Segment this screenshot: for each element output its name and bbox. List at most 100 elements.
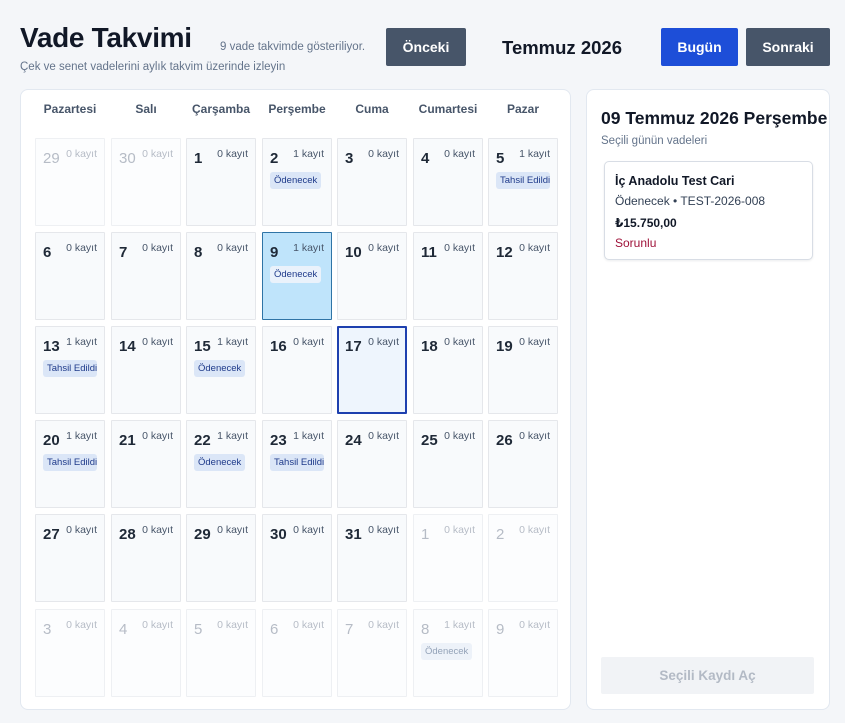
record-type-and-number: Ödenecek • TEST-2026-008 [615,194,766,208]
selected-day-title: 09 Temmuz 2026 Perşembe [601,108,828,128]
current-month-label: Temmuz 2026 [502,37,622,58]
day-number: 1 [421,526,430,543]
calendar-day-cell[interactable]: 7 0 kayıt [337,609,407,697]
weekday-header: Çarşamba [191,102,251,116]
day-record-count: 1 kayıt [293,148,324,160]
day-number: 9 [270,244,279,261]
due-status-badge: Ödenecek [421,643,473,660]
calendar-day-cell[interactable]: 6 0 kayıt [262,609,332,697]
calendar-day-cell[interactable]: 29 0 kayıt [186,514,256,602]
day-record-count: 1 kayıt [66,336,97,348]
today-button[interactable]: Bugün [661,28,738,66]
day-record-count: 0 kayıt [217,619,248,631]
calendar-day-cell[interactable]: 9 0 kayıt [488,609,558,697]
day-number: 7 [345,621,354,638]
day-number: 12 [496,244,513,261]
day-record-count: 0 kayıt [368,148,399,160]
calendar-day-cell[interactable]: 22 1 kayıt Ödenecek [186,420,256,508]
calendar-day-cell[interactable]: 15 1 kayıt Ödenecek [186,326,256,414]
calendar-day-cell[interactable]: 3 0 kayıt [337,138,407,226]
day-number: 23 [270,432,287,449]
due-status-badge: Ödenecek [270,172,322,189]
calendar-day-cell[interactable]: 21 0 kayıt [111,420,181,508]
calendar-day-cell[interactable]: 18 0 kayıt [413,326,483,414]
page-subtitle: Çek ve senet vadelerini aylık takvim üze… [20,61,286,73]
calendar-day-cell[interactable]: 13 1 kayıt Tahsil Edildi [35,326,105,414]
calendar-day-cell[interactable]: 2 1 kayıt Ödenecek [262,138,332,226]
day-record-count: 1 kayıt [293,242,324,254]
weekday-header: Perşembe [268,102,326,116]
calendar-day-cell[interactable]: 30 0 kayıt [262,514,332,602]
previous-month-button[interactable]: Önceki [386,28,466,66]
day-number: 3 [345,150,354,167]
open-selected-record-button[interactable]: Seçili Kaydı Aç [601,657,814,694]
calendar-day-cell[interactable]: 26 0 kayıt [488,420,558,508]
day-number: 10 [345,244,362,261]
next-month-button[interactable]: Sonraki [746,28,830,66]
calendar-day-cell[interactable]: 19 0 kayıt [488,326,558,414]
weekday-header: Pazartesi [43,102,97,116]
calendar-day-cell[interactable]: 27 0 kayıt [35,514,105,602]
day-number: 26 [496,432,513,449]
calendar-day-cell[interactable]: 5 0 kayıt [186,609,256,697]
calendar-day-cell[interactable]: 1 0 kayıt [413,514,483,602]
day-number: 16 [270,338,287,355]
selected-day-subtitle: Seçili günün vadeleri [601,135,708,147]
day-number: 8 [421,621,430,638]
day-number: 27 [43,526,60,543]
calendar-day-cell[interactable]: 10 0 kayıt [337,232,407,320]
calendar-day-cell[interactable]: 1 0 kayıt [186,138,256,226]
calendar-day-cell[interactable]: 12 0 kayıt [488,232,558,320]
calendar-day-cell[interactable]: 31 0 kayıt [337,514,407,602]
day-number: 9 [496,621,505,638]
calendar-day-cell[interactable]: 24 0 kayıt [337,420,407,508]
calendar-day-cell[interactable]: 20 1 kayıt Tahsil Edildi [35,420,105,508]
calendar-day-cell[interactable]: 25 0 kayıt [413,420,483,508]
due-status-badge: Tahsil Edildi [270,454,324,471]
calendar-day-cell[interactable]: 30 0 kayıt [111,138,181,226]
day-record-count: 0 kayıt [66,524,97,536]
calendar-day-cell[interactable]: 5 1 kayıt Tahsil Edildi [488,138,558,226]
calendar-day-cell[interactable]: 4 0 kayıt [413,138,483,226]
day-number: 29 [194,526,211,543]
calendar-day-cell[interactable]: 11 0 kayıt [413,232,483,320]
day-number: 19 [496,338,513,355]
day-record-count: 0 kayıt [368,524,399,536]
weekday-header: Pazar [506,102,540,116]
calendar-day-cell[interactable]: 4 0 kayıt [111,609,181,697]
day-record-count: 1 kayıt [66,430,97,442]
day-number: 17 [345,338,362,355]
day-number: 13 [43,338,60,355]
day-number: 30 [119,150,136,167]
record-card[interactable]: İç Anadolu Test Cari Ödenecek • TEST-202… [604,161,813,260]
calendar-day-cell[interactable]: 7 0 kayıt [111,232,181,320]
calendar-day-cell[interactable]: 6 0 kayıt [35,232,105,320]
day-record-count: 0 kayıt [368,430,399,442]
day-number: 18 [421,338,438,355]
day-record-count: 0 kayıt [444,336,475,348]
calendar-day-cell[interactable]: 23 1 kayıt Tahsil Edildi [262,420,332,508]
calendar-day-cell[interactable]: 8 1 kayıt Ödenecek [413,609,483,697]
weekday-header-row: Pazartesi Salı Çarşamba Perşembe Cuma Cumarte… [21,90,570,128]
day-record-count: 0 kayıt [293,524,324,536]
calendar-day-cell[interactable]: 9 1 kayıt Ödenecek [262,232,332,320]
calendar-day-cell[interactable]: 17 0 kayıt [337,326,407,414]
day-record-count: 0 kayıt [66,148,97,160]
day-record-count: 0 kayıt [66,242,97,254]
day-record-count: 1 kayıt [293,430,324,442]
day-record-count: 1 kayıt [217,430,248,442]
calendar-day-cell[interactable]: 16 0 kayıt [262,326,332,414]
record-count-info: 9 vade takvimde gösteriliyor. [220,41,366,53]
calendar-day-cell[interactable]: 29 0 kayıt [35,138,105,226]
calendar-day-cell[interactable]: 28 0 kayıt [111,514,181,602]
calendar-day-cell[interactable]: 2 0 kayıt [488,514,558,602]
calendar-day-cell[interactable]: 8 0 kayıt [186,232,256,320]
due-status-badge: Tahsil Edildi [43,454,97,471]
day-number: 4 [421,150,430,167]
calendar-day-cell[interactable]: 3 0 kayıt [35,609,105,697]
calendar-day-cell[interactable]: 14 0 kayıt [111,326,181,414]
day-number: 28 [119,526,136,543]
day-record-count: 0 kayıt [142,336,173,348]
day-record-count: 0 kayıt [217,524,248,536]
day-record-count: 0 kayıt [519,336,550,348]
